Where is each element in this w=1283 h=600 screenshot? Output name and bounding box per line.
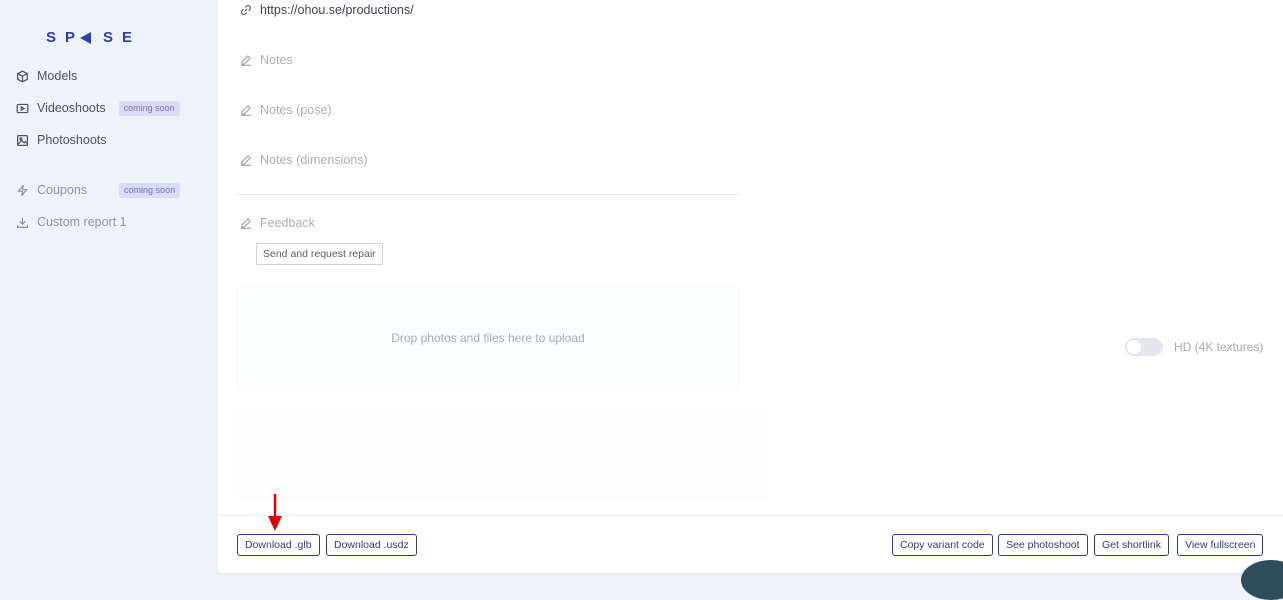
- cube-icon: [15, 69, 29, 83]
- hd-textures-toggle[interactable]: [1125, 338, 1163, 356]
- pencil-icon: [240, 154, 252, 166]
- download-glb-button[interactable]: Download .glb: [237, 534, 320, 556]
- notes-field[interactable]: Notes: [240, 53, 293, 67]
- sidebar-item-label: Models: [37, 69, 78, 83]
- sidebar-item-label: Photoshoots: [37, 133, 107, 147]
- chat-widget-button[interactable]: [1241, 560, 1283, 600]
- file-upload-dropzone[interactable]: Drop photos and files here to upload: [238, 286, 738, 389]
- pencil-icon: [240, 104, 252, 116]
- dropzone-text: Drop photos and files here to upload: [391, 330, 585, 345]
- hd-toggle-label: HD (4K textures): [1174, 340, 1264, 354]
- send-request-repair-button[interactable]: Send and request repair: [256, 243, 383, 265]
- notes-dimensions-field[interactable]: Notes (dimensions): [240, 153, 368, 167]
- coming-soon-badge: coming soon: [119, 182, 181, 198]
- sidebar-item-models[interactable]: Models: [15, 66, 185, 86]
- image-icon: [15, 133, 29, 147]
- sidebar-item-coupons[interactable]: Coupons coming soon: [15, 180, 185, 200]
- hd-toggle-row: HD (4K textures): [1125, 338, 1263, 356]
- bolt-icon: [15, 183, 29, 197]
- notes-pose-field[interactable]: Notes (pose): [240, 103, 332, 117]
- get-shortlink-button[interactable]: Get shortlink: [1094, 534, 1169, 556]
- annotation-arrow-icon: [268, 494, 282, 531]
- notes-pose-placeholder: Notes (pose): [260, 103, 332, 117]
- notes-dimensions-placeholder: Notes (dimensions): [260, 153, 368, 167]
- video-icon: [15, 101, 29, 115]
- link-icon: [240, 4, 252, 16]
- logo-triangle-icon: [80, 31, 91, 44]
- section-divider: [237, 194, 739, 195]
- sidebar: S P S E Models Videoshoots coming soon P…: [0, 0, 190, 580]
- action-footer: Download .glb Download .usdz Copy varian…: [218, 515, 1283, 573]
- notes-placeholder: Notes: [260, 53, 293, 67]
- copy-variant-code-button[interactable]: Copy variant code: [892, 534, 993, 556]
- preview-area: [238, 409, 768, 501]
- spase-logo[interactable]: S P S E: [46, 29, 141, 46]
- pencil-icon: [240, 54, 252, 66]
- product-link[interactable]: https://ohou.se/productions/: [240, 3, 414, 17]
- see-photoshoot-button[interactable]: See photoshoot: [998, 534, 1088, 556]
- download-usdz-button[interactable]: Download .usdz: [326, 534, 417, 556]
- sidebar-item-custom-report[interactable]: Custom report 1: [15, 212, 185, 232]
- feedback-placeholder: Feedback: [260, 216, 315, 230]
- coming-soon-badge: coming soon: [118, 100, 180, 116]
- toggle-knob: [1127, 340, 1141, 354]
- sidebar-item-videoshoots[interactable]: Videoshoots coming soon: [15, 98, 185, 118]
- feedback-field[interactable]: Feedback: [240, 216, 315, 230]
- view-fullscreen-button[interactable]: View fullscreen: [1177, 534, 1264, 556]
- sidebar-item-label: Videoshoots: [37, 101, 106, 115]
- sidebar-item-label: Custom report 1: [37, 215, 127, 229]
- pencil-icon: [240, 217, 252, 229]
- product-link-url: https://ohou.se/productions/: [260, 3, 414, 17]
- sidebar-item-photoshoots[interactable]: Photoshoots: [15, 130, 185, 150]
- download-icon: [15, 215, 29, 229]
- sidebar-item-label: Coupons: [37, 183, 88, 197]
- model-detail-panel: https://ohou.se/productions/ Notes Notes…: [218, 0, 1283, 573]
